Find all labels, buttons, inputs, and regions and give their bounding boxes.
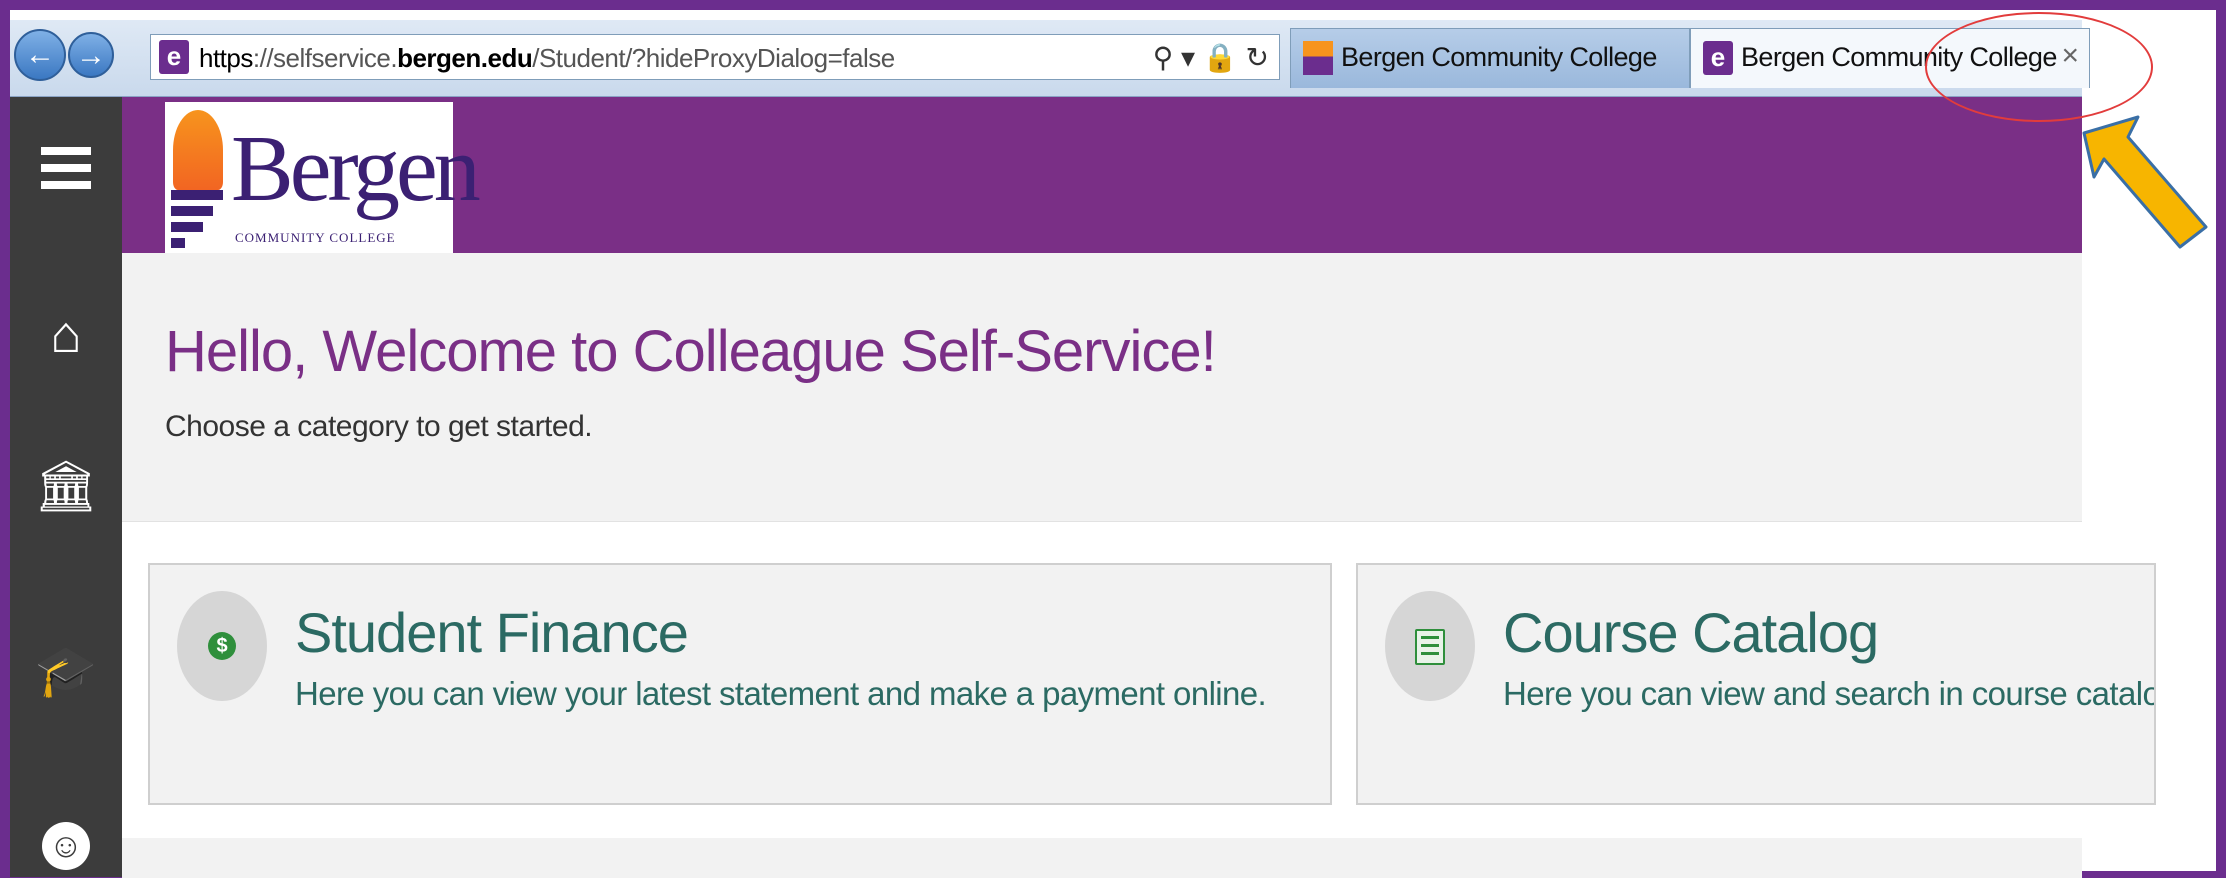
ie-page-icon: e — [159, 40, 189, 74]
card-title: Course Catalog — [1503, 601, 1879, 664]
home-icon[interactable]: ⌂ — [10, 305, 122, 365]
page-subtitle: Choose a category to get started. — [165, 410, 593, 443]
welcome-section — [122, 253, 2082, 523]
user-icon[interactable]: ☺ — [10, 822, 122, 870]
student-finance-card[interactable]: $ Student Finance Here you can view your… — [148, 563, 1332, 805]
bergen-favicon-icon — [1303, 41, 1333, 75]
bank-icon[interactable]: 🏛 — [10, 457, 122, 516]
next-section-strip — [122, 838, 2082, 878]
course-catalog-card[interactable]: Course Catalog Here you can view and sea… — [1356, 563, 2156, 805]
bergen-logo[interactable]: Bergen COMMUNITY COLLEGE — [165, 102, 481, 254]
dollar-icon-badge: $ — [177, 591, 267, 701]
address-bar-icons[interactable]: ⚲ ▾ 🔒 ↻ — [1153, 41, 1269, 74]
url-text[interactable]: https://selfservice.bergen.edu/Student/?… — [199, 43, 895, 74]
url-domain: bergen.edu — [397, 43, 533, 73]
dollar-icon: $ — [208, 632, 236, 660]
page-title: Hello, Welcome to Colleague Self-Service… — [165, 319, 1217, 384]
browser-tab[interactable]: Bergen Community College — [1290, 28, 1690, 88]
card-description: Here you can view your latest statement … — [295, 675, 1267, 712]
url-separator: :// — [252, 43, 274, 73]
url-path: /Student/?hideProxyDialog=false — [532, 43, 895, 73]
book-icon-badge — [1385, 591, 1475, 701]
back-button[interactable]: ← — [14, 29, 66, 81]
url-scheme: https — [199, 43, 253, 73]
menu-icon[interactable] — [10, 147, 122, 198]
address-bar[interactable]: e https://selfservice.bergen.edu/Student… — [150, 34, 1280, 80]
card-description: Here you can view and search in course c… — [1503, 675, 2156, 712]
logo-wordmark: Bergen — [231, 117, 481, 221]
logo-subtitle: COMMUNITY COLLEGE — [235, 230, 396, 245]
sidebar: ⌂ 🏛 🎓 ☺ — [10, 97, 122, 877]
torch-flame-icon — [173, 110, 223, 190]
card-title: Student Finance — [295, 601, 689, 664]
book-icon — [1415, 629, 1445, 665]
graduation-cap-icon[interactable]: 🎓 — [10, 642, 122, 701]
tab-label: Bergen Community College — [1341, 42, 1657, 72]
highlight-circle — [1925, 12, 2153, 122]
pointer-arrow-icon — [2082, 115, 2208, 249]
ie-favicon-icon: e — [1703, 41, 1733, 75]
forward-button[interactable]: → — [68, 32, 114, 78]
url-subdomain: selfservice. — [273, 43, 398, 73]
browser-toolbar: ← → e https://selfservice.bergen.edu/Stu… — [10, 20, 2090, 97]
